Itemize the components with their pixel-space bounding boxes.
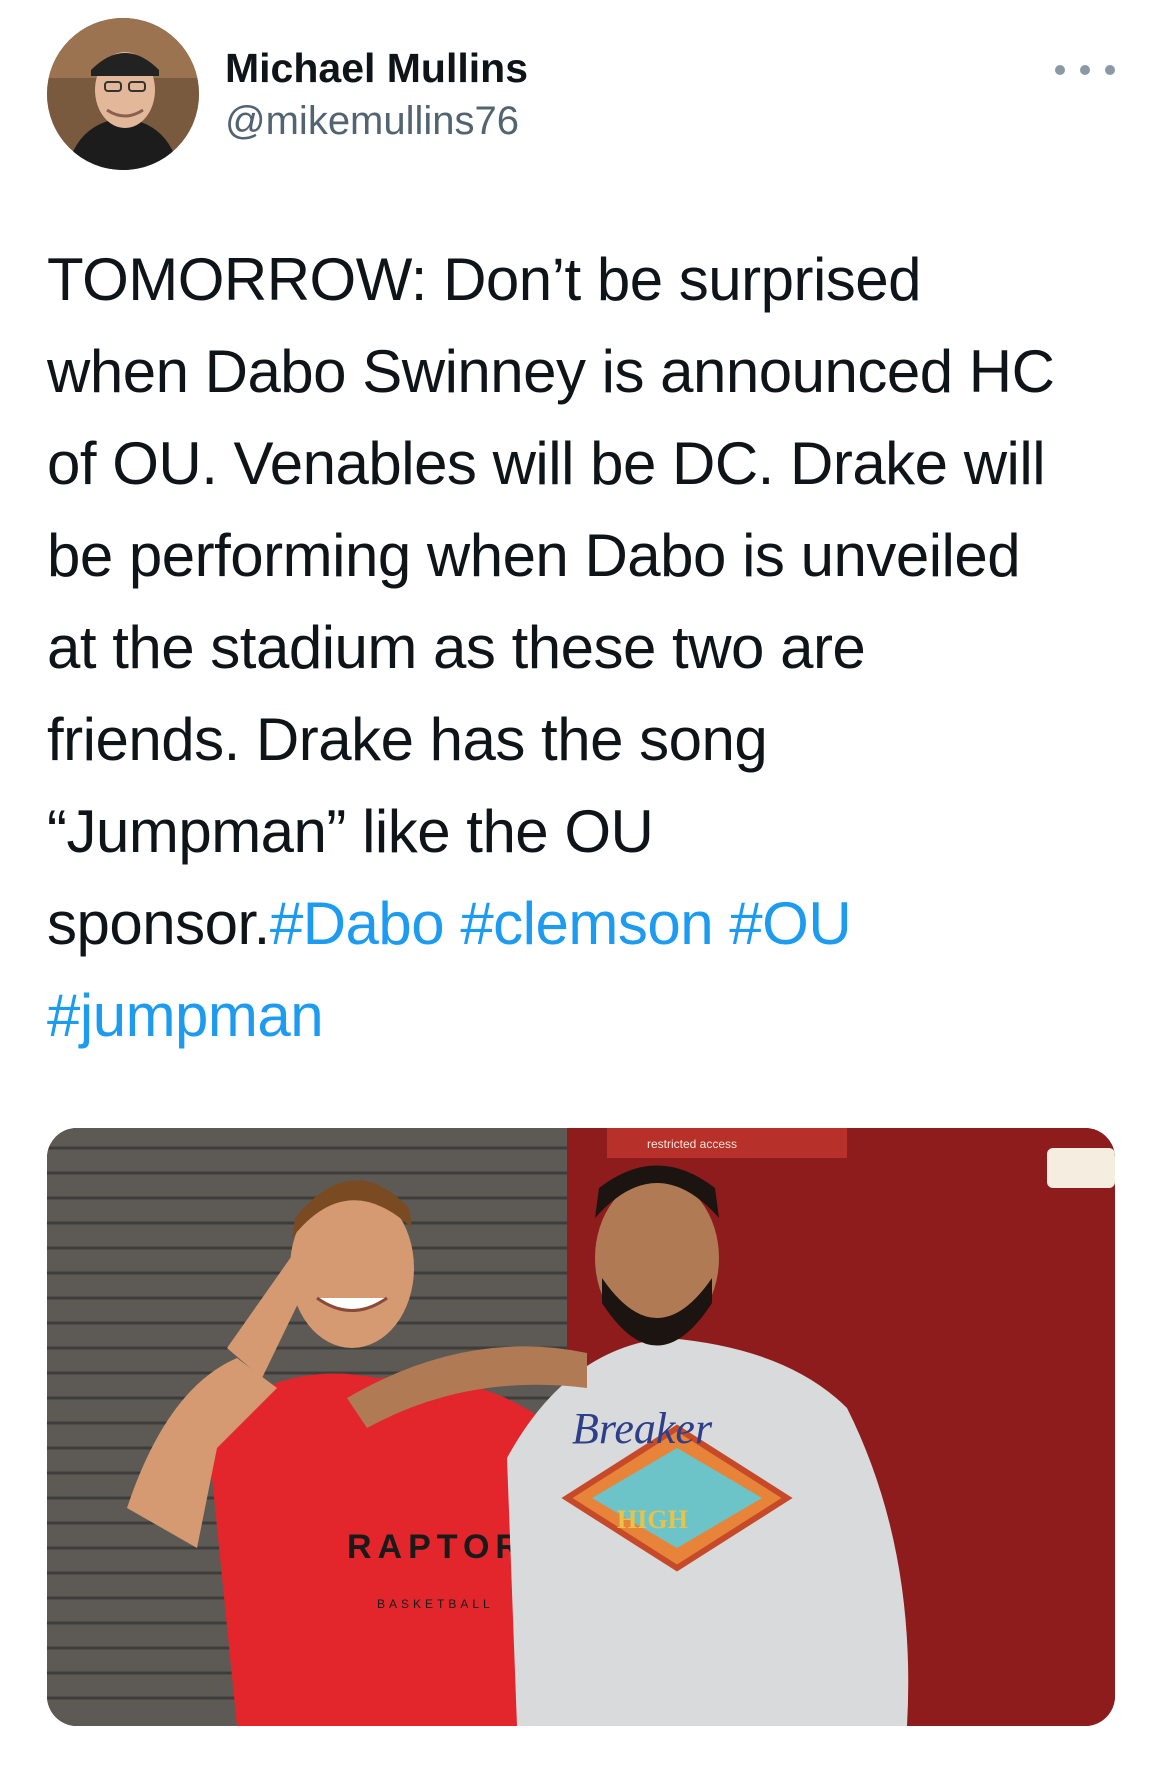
more-options-icon[interactable]: [1055, 52, 1115, 88]
dot: [1105, 65, 1115, 75]
tweet-line-with-hashtags: #jumpman: [47, 970, 1132, 1062]
svg-text:HIGH: HIGH: [617, 1505, 688, 1534]
svg-text:BASKETBALL: BASKETBALL: [377, 1597, 494, 1611]
tweet-line: TOMORROW: Don’t be surprised: [47, 246, 922, 313]
photo-image: restricted access RAPTORS BASKETBALL Bre…: [47, 1128, 1115, 1726]
tweet-line: when Dabo Swinney is announced HC: [47, 338, 1055, 405]
avatar[interactable]: [47, 18, 199, 170]
tweet-line: of OU. Venables will be DC. Drake will: [47, 430, 1046, 497]
hashtag-link[interactable]: #OU: [729, 890, 851, 957]
tweet-line-with-hashtags: sponsor.#Dabo #clemson #OU: [47, 878, 1132, 970]
tweet-line: at the stadium as these two are: [47, 614, 866, 681]
tweet-photo[interactable]: restricted access RAPTORS BASKETBALL Bre…: [47, 1128, 1115, 1726]
tweet: Michael Mullins @mikemullins76 TOMORROW:…: [0, 0, 1170, 1766]
user-name[interactable]: Michael Mullins: [225, 44, 528, 92]
tweet-line: be performing when Dabo is unveiled: [47, 522, 1021, 589]
tweet-line: “Jumpman” like the OU: [47, 798, 654, 865]
dot: [1055, 65, 1065, 75]
dot: [1080, 65, 1090, 75]
tweet-line: friends. Drake has the song: [47, 706, 768, 773]
hashtag-link[interactable]: #Dabo: [270, 890, 445, 957]
svg-text:Breaker: Breaker: [572, 1404, 713, 1453]
svg-text:restricted access: restricted access: [647, 1137, 737, 1151]
tweet-text-segment: sponsor.: [47, 890, 270, 957]
hashtag-link[interactable]: #jumpman: [47, 982, 324, 1049]
hashtag-link[interactable]: #clemson: [460, 890, 713, 957]
tweet-text: TOMORROW: Don’t be surprised when Dabo S…: [47, 234, 1132, 1062]
avatar-image: [47, 18, 199, 170]
user-handle[interactable]: @mikemullins76: [225, 98, 519, 144]
